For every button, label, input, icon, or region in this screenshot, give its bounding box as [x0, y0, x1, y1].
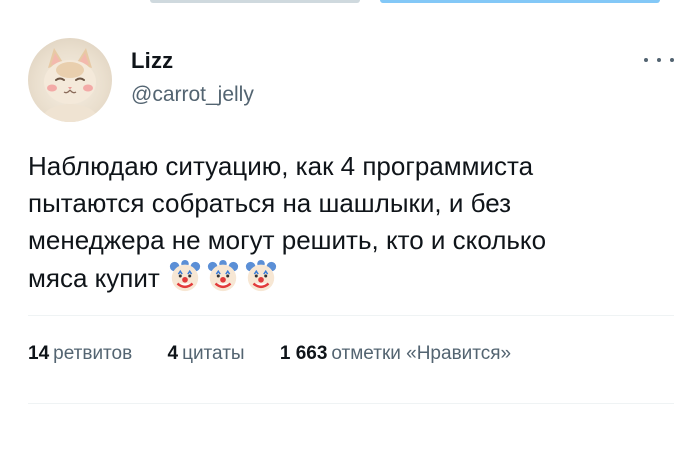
- tweet-text-fragment: мяса купит: [28, 263, 160, 293]
- dot-icon: [657, 58, 661, 62]
- tweet-text-line-last: мяса купит: [28, 259, 668, 297]
- tweet-text-line: пытаются собраться на шашлыки, и без: [28, 188, 512, 218]
- quotes-label: цитаты: [182, 343, 245, 364]
- tweet-text-line: Наблюдаю ситуацию, как 4 программиста: [28, 151, 534, 181]
- cat-avatar-icon: [42, 48, 98, 122]
- retweets-stat[interactable]: 14 ретвитов: [28, 343, 132, 365]
- divider: [28, 403, 674, 404]
- divider: [28, 315, 674, 316]
- author-handle[interactable]: @carrot_jelly: [131, 83, 254, 107]
- likes-count: 1 663: [279, 343, 328, 364]
- emoji-row: [168, 259, 278, 293]
- dot-icon: [670, 58, 674, 62]
- clown-face-icon: [245, 259, 276, 292]
- quotes-stat[interactable]: 4 цитаты: [167, 343, 244, 365]
- tweet-stats: 14 ретвитов 4 цитаты 1 663 отметки «Нравитс…: [28, 343, 541, 365]
- tweet-text-line: менеджера не могут решить, кто и сколько: [28, 225, 547, 255]
- retweets-count: 14: [28, 343, 50, 364]
- quotes-count: 4: [167, 343, 179, 364]
- tweet-text: Наблюдаю ситуацию, как 4 программиста пы…: [28, 148, 668, 297]
- more-options-button[interactable]: [644, 50, 674, 70]
- likes-label: отметки «Нравится»: [331, 343, 512, 364]
- author-name[interactable]: Lizz: [131, 48, 173, 74]
- likes-stat[interactable]: 1 663 отметки «Нравится»: [280, 343, 511, 365]
- tweet-card: Lizz @carrot_jelly Наблюдаю ситуацию, ка…: [0, 0, 700, 452]
- dot-icon: [644, 58, 648, 62]
- clown-face-icon: [207, 259, 238, 292]
- retweets-label: ретвитов: [53, 343, 133, 364]
- avatar[interactable]: [28, 38, 112, 122]
- clown-face-icon: [169, 259, 200, 292]
